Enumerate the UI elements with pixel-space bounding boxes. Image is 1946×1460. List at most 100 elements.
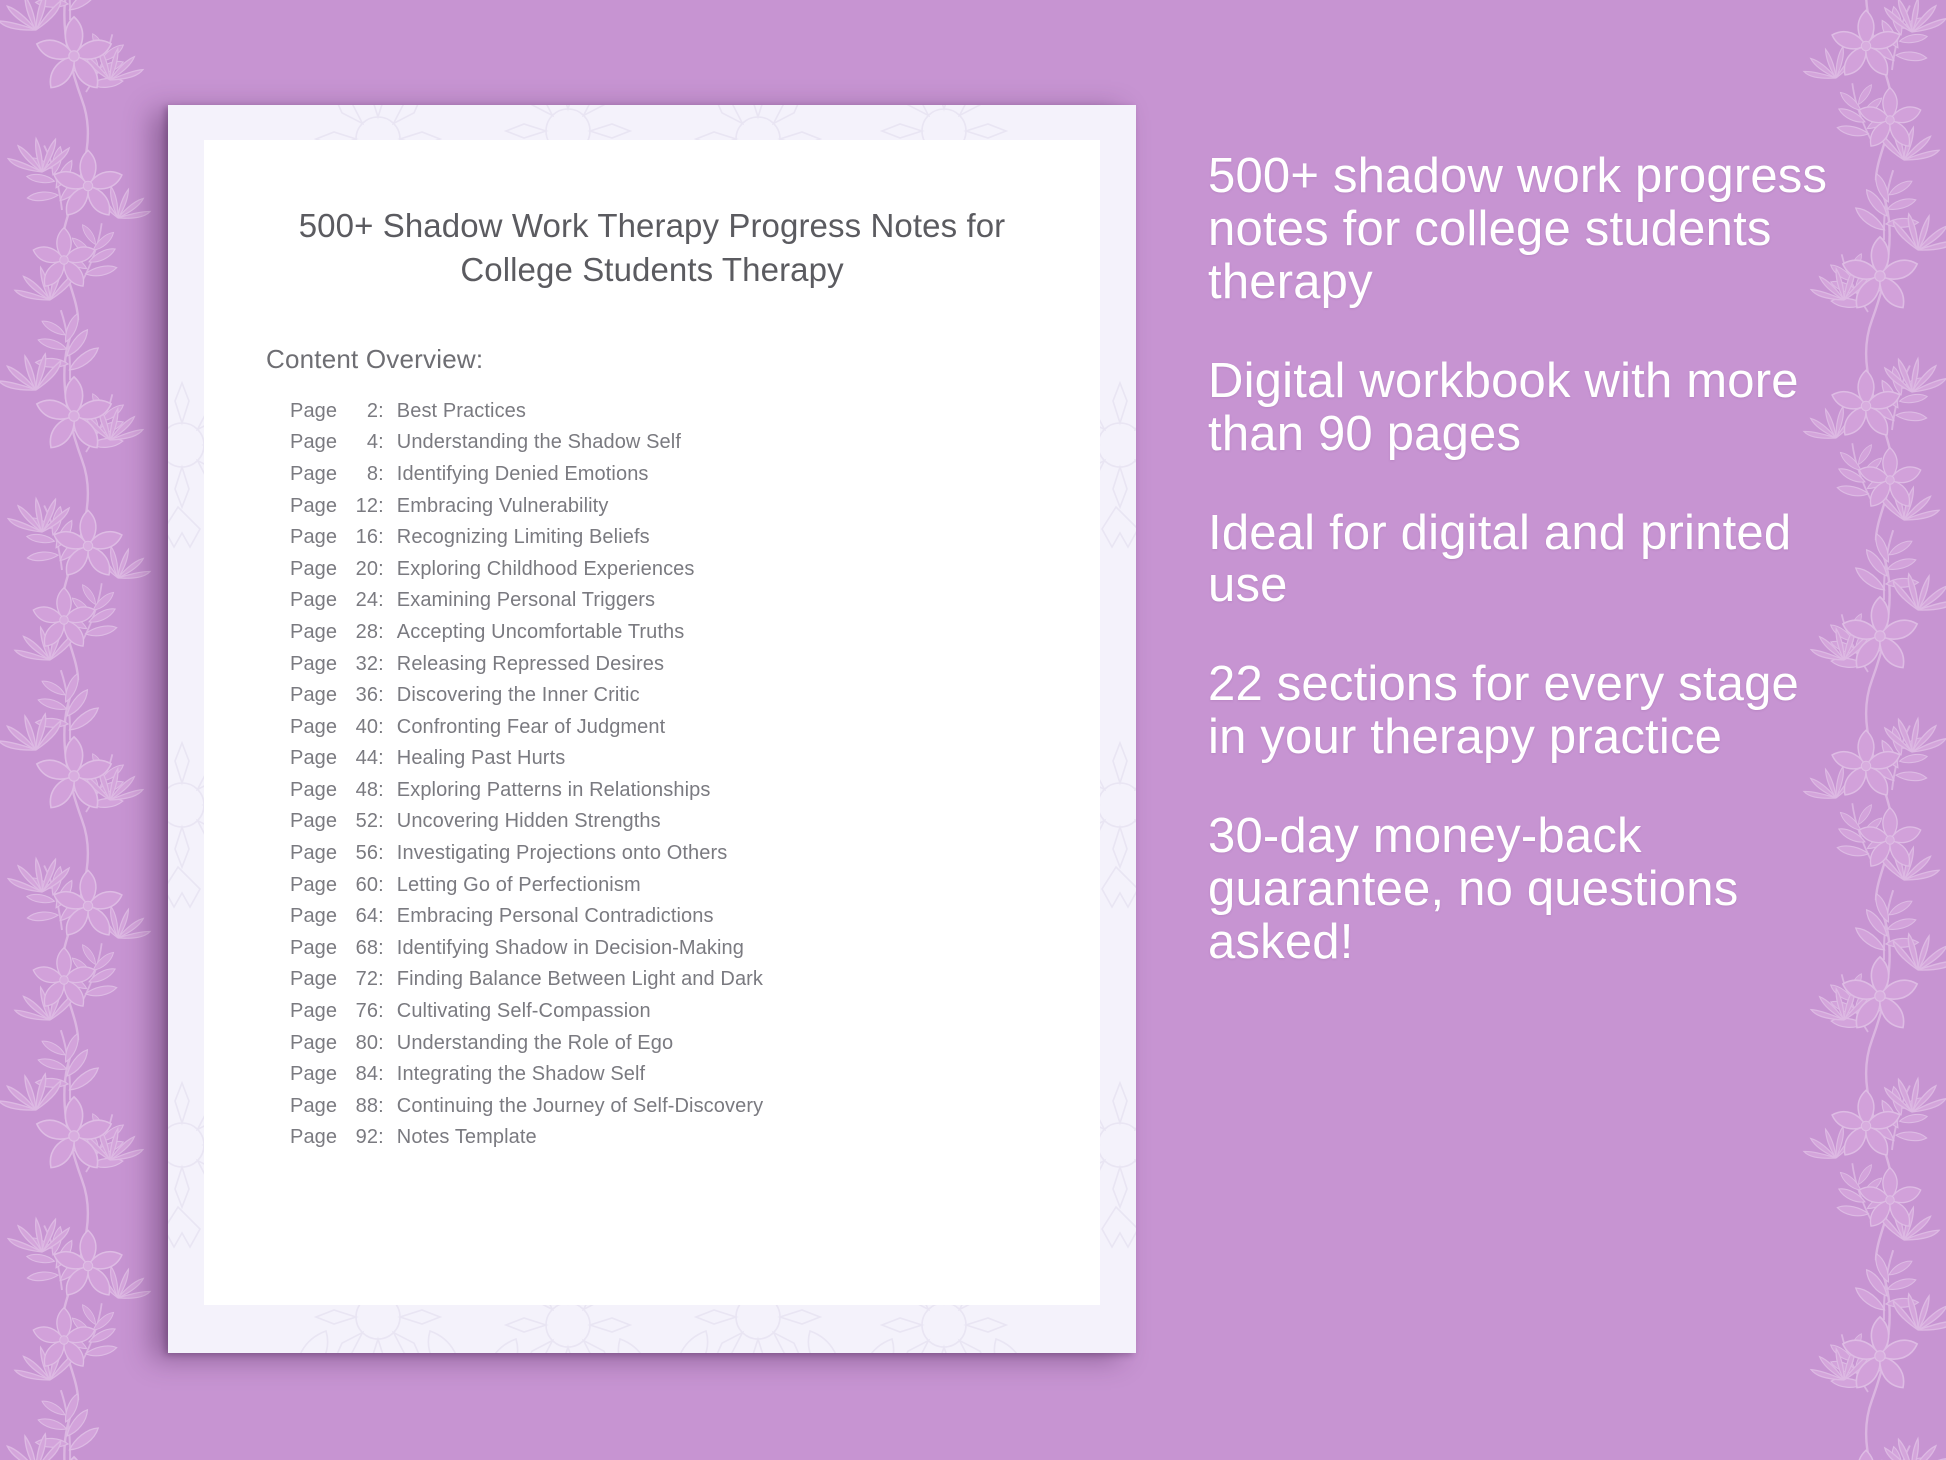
toc-page-word: Page	[290, 715, 338, 738]
toc-page-number: 88	[355, 1094, 379, 1117]
toc-section-title: Understanding the Shadow Self	[396, 431, 681, 454]
toc-section-title: Letting Go of Perfectionism	[396, 873, 641, 896]
toc-page-number: 68	[355, 936, 379, 959]
toc-page-number: 76	[355, 1000, 379, 1023]
toc-colon: :	[378, 905, 384, 928]
toc-page-number: 24	[355, 589, 379, 612]
marketing-bullet: Ideal for digital and printed use	[1208, 505, 1792, 613]
toc-colon: :	[378, 652, 384, 675]
toc-page-word: Page	[290, 557, 338, 580]
document-page: 500+ Shadow Work Therapy Progress Notes …	[204, 140, 1100, 1305]
marketing-bullet: 22 sections for every stage in your ther…	[1208, 657, 1799, 765]
toc-row: Page 88: Continuing the Journey of Self-Di…	[290, 1096, 1100, 1128]
toc-colon: :	[378, 1126, 384, 1149]
toc-page-word: Page	[290, 1094, 338, 1117]
toc-row: Page 56: Investigating Projections onto Ot…	[290, 843, 1100, 875]
toc-page-number: 16	[355, 526, 379, 549]
toc-page-word: Page	[290, 778, 338, 801]
toc-section-title: Investigating Projections onto Others	[396, 842, 728, 865]
toc-section-title: Examining Personal Triggers	[396, 589, 656, 612]
toc-page-number: 72	[355, 968, 379, 991]
toc-page-number: 4	[366, 431, 379, 454]
toc-page-word: Page	[290, 620, 338, 643]
toc-row: Page 92: Notes Template	[290, 1127, 1100, 1159]
toc-page-word: Page	[290, 399, 338, 422]
toc-page-number: 40	[355, 715, 379, 738]
toc-page-word: Page	[290, 1126, 338, 1149]
toc-colon: :	[378, 715, 384, 738]
marketing-bullets: 500+ shadow work progress notes for coll…	[1208, 150, 1828, 969]
toc-row: Page 12: Embracing Vulnerability	[290, 496, 1100, 528]
toc-page-word: Page	[290, 1063, 338, 1086]
toc-row: Page 76: Cultivating Self-Compassion	[290, 1001, 1100, 1033]
toc-row: Page 52: Uncovering Hidden Strengths	[290, 811, 1100, 843]
toc-colon: :	[378, 778, 384, 801]
toc-page-number: 12	[355, 494, 379, 517]
document-frame: 500+ Shadow Work Therapy Progress Notes …	[168, 105, 1136, 1353]
toc-page-number: 60	[355, 873, 379, 896]
toc-section-title: Accepting Uncomfortable Truths	[396, 620, 685, 643]
toc-page-word: Page	[290, 526, 338, 549]
toc-page-word: Page	[290, 431, 338, 454]
toc-page-word: Page	[290, 747, 338, 770]
toc-colon: :	[378, 936, 384, 959]
toc-colon: :	[378, 526, 384, 549]
toc-page-number: 64	[355, 905, 379, 928]
toc-page-number: 56	[355, 842, 379, 865]
marketing-bullet: 500+ shadow work progress notes for coll…	[1208, 149, 1828, 309]
toc-page-word: Page	[290, 589, 338, 612]
toc-page-number: 20	[355, 557, 379, 580]
toc-section-title: Continuing the Journey of Self-Discovery	[396, 1094, 764, 1117]
toc-section-title: Understanding the Role of Ego	[396, 1031, 674, 1054]
toc-page-number: 8	[366, 462, 379, 485]
toc-row: Page 64: Embracing Personal Contradictions	[290, 906, 1100, 938]
toc-page-word: Page	[290, 968, 338, 991]
toc-section-title: Exploring Childhood Experiences	[396, 557, 695, 580]
toc-row: Page 36: Discovering the Inner Critic	[290, 685, 1100, 717]
toc-colon: :	[378, 1000, 384, 1023]
toc-section-title: Embracing Vulnerability	[396, 494, 609, 517]
toc-colon: :	[378, 1031, 384, 1054]
page-title: 500+ Shadow Work Therapy Progress Notes …	[298, 207, 1006, 288]
toc-row: Page 28: Accepting Uncomfortable Truths	[290, 622, 1100, 654]
toc-row: Page 40: Confronting Fear of Judgment	[290, 717, 1100, 749]
toc-row: Page 32: Releasing Repressed Desires	[290, 654, 1100, 686]
toc-page-word: Page	[290, 494, 338, 517]
toc-section-title: Identifying Denied Emotions	[396, 462, 649, 485]
toc-page-word: Page	[290, 462, 338, 485]
toc-colon: :	[378, 747, 384, 770]
toc-page-word: Page	[290, 1031, 338, 1054]
toc-section-title: Cultivating Self-Compassion	[396, 1000, 651, 1023]
toc-section-title: Healing Past Hurts	[396, 747, 566, 770]
toc-page-number: 32	[355, 652, 379, 675]
table-of-contents: Page 2: Best Practices Page 4: Understanding …	[204, 375, 1100, 1159]
toc-section-title: Best Practices	[396, 399, 527, 422]
toc-section-title: Identifying Shadow in Decision-Making	[396, 936, 744, 959]
toc-colon: :	[378, 1094, 384, 1117]
toc-page-number: 52	[355, 810, 379, 833]
toc-colon: :	[378, 842, 384, 865]
poster-canvas: 500+ Shadow Work Therapy Progress Notes …	[0, 0, 1946, 1460]
toc-colon: :	[378, 494, 384, 517]
toc-colon: :	[378, 399, 384, 422]
floral-vine-border-left-icon	[0, 0, 178, 1460]
toc-section-title: Discovering the Inner Critic	[396, 684, 640, 707]
toc-section-title: Integrating the Shadow Self	[396, 1063, 646, 1086]
marketing-bullet: Digital workbook with more than 90 pages	[1208, 353, 1799, 461]
toc-row: Page 72: Finding Balance Between Light and…	[290, 969, 1100, 1001]
toc-colon: :	[378, 462, 384, 485]
toc-page-number: 2	[366, 399, 379, 422]
toc-row: Page 44: Healing Past Hurts	[290, 748, 1100, 780]
toc-page-word: Page	[290, 905, 338, 928]
toc-page-word: Page	[290, 652, 338, 675]
toc-section-title: Embracing Personal Contradictions	[396, 905, 714, 928]
toc-row: Page 16: Recognizing Limiting Beliefs	[290, 527, 1100, 559]
toc-row: Page 20: Exploring Childhood Experiences	[290, 559, 1100, 591]
toc-page-word: Page	[290, 1000, 338, 1023]
toc-row: Page 24: Examining Personal Triggers	[290, 590, 1100, 622]
toc-section-title: Recognizing Limiting Beliefs	[396, 526, 650, 549]
toc-page-number: 48	[355, 778, 379, 801]
toc-page-number: 28	[355, 620, 379, 643]
toc-row: Page 84: Integrating the Shadow Self	[290, 1064, 1100, 1096]
document-preview[interactable]: 500+ Shadow Work Therapy Progress Notes …	[168, 105, 1136, 1353]
